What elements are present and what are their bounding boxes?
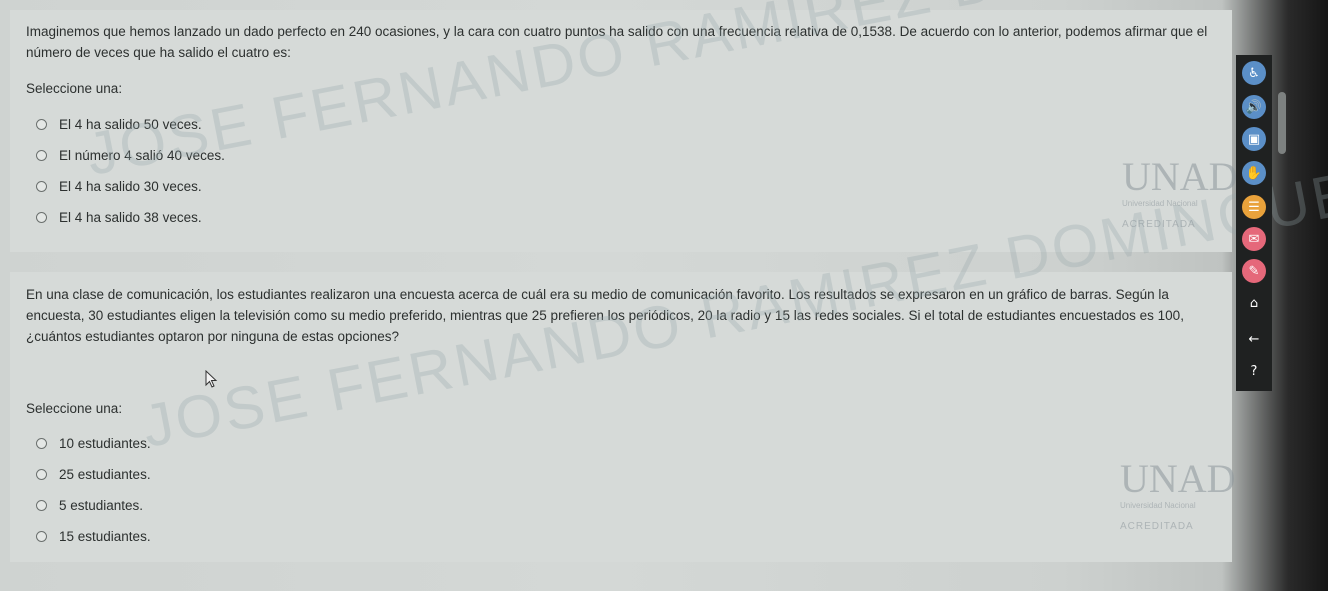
radio-button[interactable]	[36, 212, 47, 223]
answer-option[interactable]: El número 4 salió 40 veces.	[36, 140, 225, 171]
option-label: El 4 ha salido 50 veces.	[59, 117, 202, 132]
answer-option[interactable]: 25 estudiantes.	[36, 459, 151, 490]
home-icon[interactable]: ⌂	[1242, 291, 1266, 315]
answer-option[interactable]: El 4 ha salido 38 veces.	[36, 202, 225, 233]
option-label: 15 estudiantes.	[59, 529, 151, 544]
option-label: El 4 ha salido 38 veces.	[59, 210, 202, 225]
radio-button[interactable]	[36, 469, 47, 480]
answer-option[interactable]: 10 estudiantes.	[36, 428, 151, 459]
radio-button[interactable]	[36, 119, 47, 130]
radio-button[interactable]	[36, 438, 47, 449]
mouse-cursor-icon	[205, 370, 218, 388]
question-text: En una clase de comunicación, los estudi…	[26, 287, 1184, 344]
mail-icon[interactable]: ✉	[1242, 227, 1266, 251]
audio-icon[interactable]: 🔊	[1242, 95, 1266, 119]
radio-button[interactable]	[36, 150, 47, 161]
option-label: 25 estudiantes.	[59, 467, 151, 482]
hand-icon[interactable]: ✋	[1242, 161, 1266, 185]
answer-option[interactable]: 15 estudiantes.	[36, 521, 151, 552]
option-label: El número 4 salió 40 veces.	[59, 148, 225, 163]
help-icon[interactable]: ?	[1242, 359, 1266, 383]
radio-button[interactable]	[36, 500, 47, 511]
option-label: El 4 ha salido 30 veces.	[59, 179, 202, 194]
scrollbar-thumb[interactable]	[1278, 92, 1286, 154]
select-label: Seleccione una:	[26, 401, 123, 416]
radio-button[interactable]	[36, 531, 47, 542]
option-label: 10 estudiantes.	[59, 436, 151, 451]
back-icon[interactable]: ←	[1242, 327, 1266, 351]
select-label: Seleccione una:	[26, 81, 123, 96]
image-icon[interactable]: ▣	[1242, 127, 1266, 151]
answer-option[interactable]: El 4 ha salido 50 veces.	[36, 109, 225, 140]
question-text: Imaginemos que hemos lanzado un dado per…	[26, 24, 1208, 60]
answer-option[interactable]: El 4 ha salido 30 veces.	[36, 171, 225, 202]
accessibility-toolbar: ♿ 🔊 ▣ ✋ ☰ ✉ ✎ ⌂ ← ?	[1236, 55, 1272, 391]
edit-icon[interactable]: ✎	[1242, 259, 1266, 283]
radio-button[interactable]	[36, 181, 47, 192]
answer-options: El 4 ha salido 50 veces. El número 4 sal…	[36, 109, 225, 233]
answer-option[interactable]: 5 estudiantes.	[36, 490, 151, 521]
answer-options: 10 estudiantes. 25 estudiantes. 5 estudi…	[36, 428, 151, 552]
option-label: 5 estudiantes.	[59, 498, 144, 513]
question-card-1: Imaginemos que hemos lanzado un dado per…	[10, 10, 1232, 252]
question-card-2: En una clase de comunicación, los estudi…	[10, 272, 1232, 562]
accessibility-icon[interactable]: ♿	[1242, 61, 1266, 85]
notes-icon[interactable]: ☰	[1242, 195, 1266, 219]
